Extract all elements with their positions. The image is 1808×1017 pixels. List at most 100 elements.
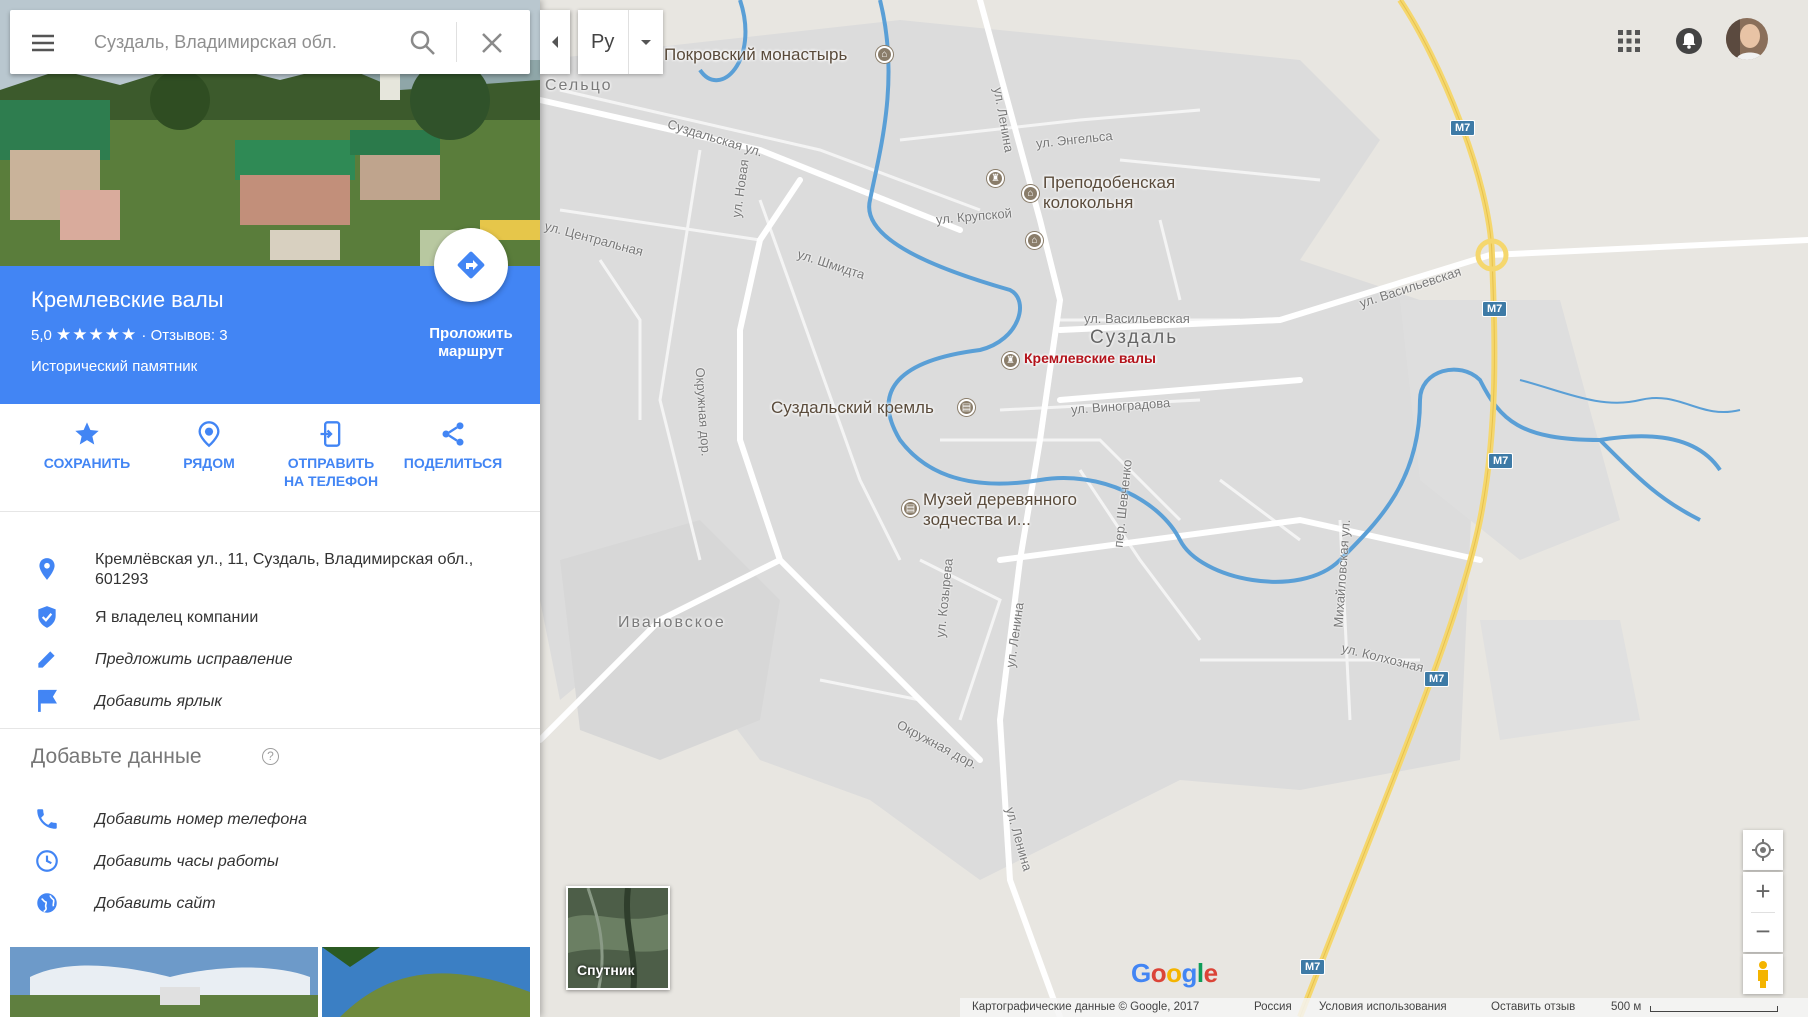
zoom-in-button[interactable]: +	[1743, 872, 1783, 912]
suggest-edit-text: Предложить исправление	[95, 651, 293, 668]
send-to-phone-label-line2: НА ТЕЛЕФОН	[283, 473, 379, 489]
share-button[interactable]: ПОДЕЛИТЬСЯ	[392, 420, 514, 472]
location-pin-icon	[39, 558, 55, 580]
district-seltso: Сельцо	[545, 77, 613, 94]
menu-icon[interactable]	[28, 28, 58, 58]
highway-shield: M7	[1300, 959, 1326, 975]
share-label: ПОДЕЛИТЬСЯ	[403, 455, 503, 471]
claim-business-row[interactable]: Я владелец компании	[0, 604, 540, 632]
highway-shield: M7	[1488, 453, 1514, 469]
add-phone-text: Добавить номер телефона	[95, 811, 307, 828]
poi-bell-tower-label[interactable]: Преподобенская колокольня	[1043, 173, 1175, 213]
chevron-down-icon	[641, 40, 651, 45]
add-hours-text: Добавить часы работы	[95, 853, 279, 870]
photo-gallery[interactable]	[10, 947, 530, 1017]
address-row[interactable]: Кремлёвская ул., 11, Суздаль, Владимирск…	[0, 550, 540, 594]
district-ivanovskoe: Ивановское	[618, 614, 726, 631]
search-input[interactable]	[94, 26, 394, 58]
verified-shield-icon	[38, 606, 56, 628]
send-to-phone-icon	[320, 421, 341, 447]
action-bar: СОХРАНИТЬ РЯДОМ ОТПРАВИТЬ НА ТЕЛЕФОН ПОД…	[0, 404, 540, 512]
place-category[interactable]: Исторический памятник	[31, 358, 197, 375]
save-button[interactable]: СОХРАНИТЬ	[26, 420, 148, 472]
send-to-phone-button[interactable]: ОТПРАВИТЬ НА ТЕЛЕФОН	[270, 420, 392, 490]
church-icon[interactable]: ⌂	[1022, 185, 1039, 202]
satellite-layer-toggle[interactable]: Спутник	[566, 886, 670, 990]
apps-grid-icon[interactable]	[1614, 26, 1644, 56]
reviews-link[interactable]: · Отзывов: 3	[141, 327, 227, 344]
google-logo: Google	[1131, 958, 1218, 989]
add-phone-row[interactable]: Добавить номер телефона	[0, 806, 540, 834]
add-website-row[interactable]: Добавить сайт	[0, 890, 540, 918]
claim-business-text: Я владелец компании	[95, 609, 259, 626]
poi-pokrovsky-label[interactable]: Покровский монастырь	[664, 45, 847, 65]
directions-label-line2: маршрут	[438, 343, 504, 360]
logo-letter: l	[1196, 958, 1204, 988]
poi-museum-label[interactable]: Музей деревянного зодчества и...	[923, 490, 1077, 530]
collapse-panel-button[interactable]	[540, 10, 570, 74]
search-icon[interactable]	[408, 28, 438, 58]
directions-icon	[457, 251, 485, 279]
landmark-icon[interactable]: ♜	[1002, 352, 1019, 369]
nearby-button[interactable]: РЯДОМ	[148, 420, 270, 472]
museum-icon[interactable]: ▤	[902, 500, 919, 517]
close-icon[interactable]	[477, 28, 507, 58]
directions-label[interactable]: Проложить маршрут	[415, 325, 527, 361]
selected-place-label[interactable]: Кремлевские валы	[1024, 350, 1156, 366]
logo-letter: o	[1150, 958, 1167, 988]
poi-kremlin-label[interactable]: Суздальский кремль	[771, 398, 934, 418]
street-view-pegman[interactable]	[1743, 954, 1783, 994]
poi-museum-line2: зодчества и...	[923, 510, 1031, 529]
highway-shield: M7	[1450, 120, 1476, 136]
add-data-heading: Добавьте данные	[31, 745, 202, 768]
city-suzdal: Суздаль	[1090, 327, 1179, 348]
flag-icon	[38, 689, 57, 712]
scale-label[interactable]: 500 м	[1611, 1001, 1641, 1013]
logo-letter: o	[1166, 958, 1182, 988]
feedback-link[interactable]: Оставить отзыв	[1491, 1001, 1575, 1013]
phone-icon	[37, 809, 57, 829]
monastery-icon[interactable]: ⌂	[876, 46, 893, 63]
send-to-phone-label-line1: ОТПРАВИТЬ	[287, 455, 375, 471]
suggest-edit-row[interactable]: Предложить исправление	[0, 646, 540, 674]
place-panel: Кремлевские валы 5,0 ★★★★★ · Отзывов: 3 …	[0, 0, 540, 1017]
poi-bell-tower-line1: Преподобенская	[1043, 173, 1176, 192]
add-hours-row[interactable]: Добавить часы работы	[0, 848, 540, 876]
notifications-bell-icon[interactable]	[1674, 26, 1704, 56]
share-icon	[442, 422, 464, 446]
my-location-button[interactable]	[1743, 830, 1783, 870]
address-text: Кремлёвская ул., 11, Суздаль, Владимирск…	[95, 550, 515, 590]
landmark-icon[interactable]: ♜	[987, 170, 1004, 187]
street-vasilevskaya: ул. Васильевская	[1084, 311, 1190, 326]
help-icon[interactable]: ?	[262, 748, 279, 765]
add-label-text: Добавить ярлык	[95, 693, 222, 710]
logo-letter: G	[1131, 958, 1151, 988]
poi-bell-tower-line2: колокольня	[1043, 193, 1134, 212]
rating-stars-icon: ★★★★★	[56, 325, 138, 344]
add-label-row[interactable]: Добавить ярлык	[0, 688, 540, 716]
add-website-text: Добавить сайт	[95, 895, 216, 912]
globe-icon	[37, 893, 57, 913]
language-divider	[628, 10, 629, 74]
terms-link[interactable]: Условия использования	[1319, 1001, 1447, 1013]
church-icon[interactable]: ⌂	[1026, 232, 1043, 249]
search-box	[10, 10, 530, 74]
directions-button[interactable]	[434, 228, 508, 302]
chevron-left-icon	[552, 36, 558, 48]
rating-row: 5,0 ★★★★★ · Отзывов: 3	[31, 325, 228, 345]
section-divider	[0, 728, 540, 729]
address-line2: 601293	[95, 571, 149, 588]
language-value: Ру	[591, 31, 615, 53]
museum-icon[interactable]: ▤	[958, 399, 975, 416]
app-root: Сельцо Ивановское Суздаль Покровский мон…	[0, 0, 1808, 1017]
search-divider	[456, 22, 457, 62]
avatar[interactable]	[1726, 18, 1768, 60]
language-select[interactable]: Ру	[578, 10, 663, 74]
address-line1: Кремлёвская ул., 11, Суздаль, Владимирск…	[95, 551, 474, 568]
pencil-icon	[38, 651, 55, 668]
zoom-out-button[interactable]: −	[1743, 912, 1783, 952]
pegman-icon	[1758, 961, 1768, 988]
directions-label-line1: Проложить	[429, 325, 513, 342]
country-link[interactable]: Россия	[1254, 1001, 1292, 1013]
nearby-label: РЯДОМ	[183, 455, 235, 471]
